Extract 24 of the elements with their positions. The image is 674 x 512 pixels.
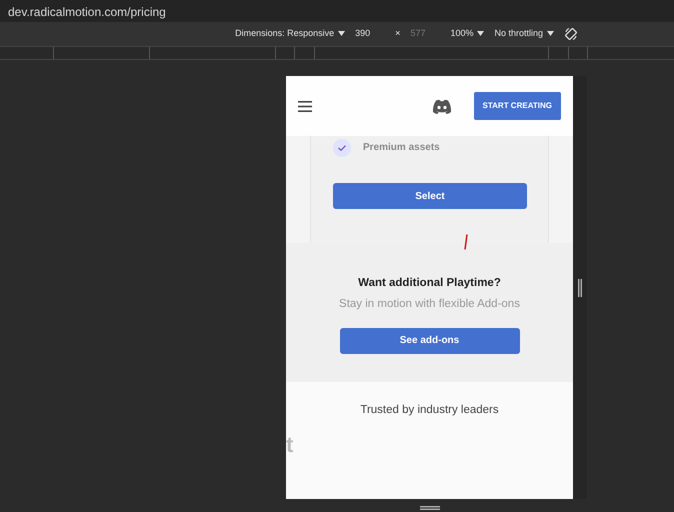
- resize-handle-icon[interactable]: [420, 506, 440, 510]
- trusted-heading: Trusted by industry leaders: [360, 403, 499, 418]
- logo-fragment: t: [286, 434, 294, 456]
- start-creating-button[interactable]: START CREATING: [474, 92, 561, 120]
- chat-bubble-icon[interactable]: [432, 98, 452, 114]
- dimensions-dropdown[interactable]: Dimensions: Responsive: [235, 27, 346, 41]
- rotate-icon[interactable]: [564, 27, 578, 41]
- address-bar[interactable]: dev.radicalmotion.com/pricing: [0, 0, 674, 22]
- feature-text: Premium assets: [363, 141, 440, 155]
- pen-stroke: [464, 234, 468, 250]
- throttling-dropdown[interactable]: No throttling: [494, 27, 554, 41]
- caret-icon: [338, 31, 346, 36]
- menu-icon[interactable]: [298, 100, 312, 112]
- select-button[interactable]: Select: [333, 183, 527, 209]
- times-sign: ×: [395, 27, 400, 40]
- check-icon: [333, 138, 351, 156]
- width-field[interactable]: 390: [355, 27, 386, 41]
- addons-subtitle: Stay in motion with flexible Add-ons: [339, 297, 520, 312]
- resize-handle-icon[interactable]: [578, 278, 582, 296]
- addons-heading: Want additional Playtime?: [358, 276, 501, 291]
- caret-icon: [547, 31, 554, 36]
- see-add-ons-button[interactable]: See add-ons: [340, 328, 520, 354]
- zoom-dropdown[interactable]: 100%: [450, 27, 484, 41]
- caret-icon: [477, 31, 484, 36]
